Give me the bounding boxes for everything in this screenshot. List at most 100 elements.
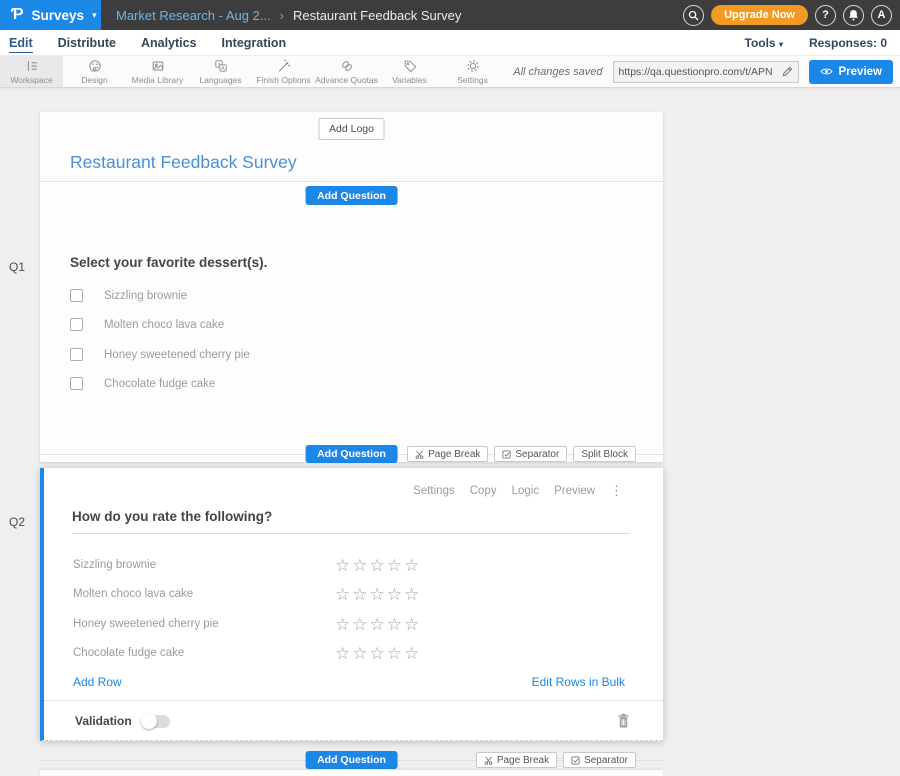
edit-url-button[interactable] — [778, 66, 798, 77]
toolbar-item-design[interactable]: Design — [63, 56, 126, 87]
survey-block-next-partial — [40, 770, 663, 776]
product-name: Surveys — [32, 8, 85, 23]
toolbar-item-finish-options[interactable]: Finish Options — [252, 56, 315, 87]
question-number-q2: Q2 — [9, 515, 25, 529]
question-number-q1: Q1 — [9, 260, 25, 274]
survey-block-q2-selected[interactable]: Settings Copy Logic Preview ⋮ How do you… — [40, 468, 663, 741]
upgrade-now-button[interactable]: Upgrade Now — [711, 5, 808, 25]
avatar[interactable]: A — [871, 5, 892, 26]
q1-question-text[interactable]: Select your favorite dessert(s). — [70, 255, 267, 270]
toolbar-right-group: All changes saved Preview — [513, 56, 900, 87]
q1-option-row: Chocolate fudge cake — [70, 377, 215, 390]
tools-dropdown[interactable]: Tools ▾ — [745, 36, 783, 50]
finish-options-wand-icon — [276, 58, 292, 74]
tab-integration[interactable]: Integration — [222, 33, 287, 52]
toolbar-item-media-library[interactable]: Media Library — [126, 56, 189, 87]
rating-row-label[interactable]: Honey sweetened cherry pie — [73, 618, 335, 630]
option-label[interactable]: Sizzling brownie — [104, 290, 187, 302]
svg-text:x: x — [217, 62, 220, 68]
survey-title[interactable]: Restaurant Feedback Survey — [70, 152, 297, 173]
toolbar-item-settings[interactable]: Settings — [441, 56, 504, 87]
validation-row: Validation — [75, 714, 170, 728]
star-rating-icons[interactable]: ☆☆☆☆☆ — [335, 557, 421, 574]
advance-quotas-links-icon — [339, 58, 355, 74]
languages-icon: xA — [213, 58, 229, 74]
scissors-icon — [415, 450, 424, 459]
separator-button[interactable]: Separator — [563, 752, 636, 768]
add-question-button-bottom[interactable]: Add Question — [305, 751, 398, 769]
preview-button[interactable]: Preview — [809, 60, 893, 84]
rating-row-label[interactable]: Sizzling brownie — [73, 559, 335, 571]
rating-row: Sizzling brownie ☆☆☆☆☆ — [73, 555, 421, 575]
option-label[interactable]: Molten choco lava cake — [104, 319, 224, 331]
settings-gear-icon — [465, 58, 481, 74]
separator-checkbox-icon — [571, 756, 580, 765]
validation-label: Validation — [75, 714, 132, 728]
responses-count-link[interactable]: Responses: 0 — [809, 36, 887, 50]
page-break-button[interactable]: Page Break — [476, 752, 557, 768]
star-rating-icons[interactable]: ☆☆☆☆☆ — [335, 645, 421, 662]
svg-text:A: A — [221, 66, 225, 72]
trash-icon — [617, 713, 630, 728]
q2-question-text[interactable]: How do you rate the following? — [72, 509, 630, 534]
rating-row: Honey sweetened cherry pie ☆☆☆☆☆ — [73, 614, 421, 634]
tab-analytics[interactable]: Analytics — [141, 33, 197, 52]
media-library-icon — [150, 58, 166, 74]
toolbar-item-variables[interactable]: Variables — [378, 56, 441, 87]
search-button[interactable] — [683, 5, 704, 26]
validation-toggle[interactable] — [142, 715, 170, 728]
star-rating-icons[interactable]: ☆☆☆☆☆ — [335, 586, 421, 603]
edit-toolbar: Workspace Design Media Library xA Langua… — [0, 55, 900, 88]
option-checkbox[interactable] — [70, 377, 83, 390]
insert-question-row-1: Add Question Page Break Separator Split … — [40, 445, 663, 463]
add-question-button-mid[interactable]: Add Question — [305, 445, 398, 463]
top-header-bar: Ƥ Surveys ▾ Market Research - Aug 2... ›… — [0, 0, 900, 30]
add-row-link[interactable]: Add Row — [73, 675, 122, 689]
notifications-button[interactable] — [843, 5, 864, 26]
questionpro-logo-icon: Ƥ — [11, 7, 24, 23]
option-checkbox[interactable] — [70, 289, 83, 302]
tab-edit[interactable]: Edit — [9, 33, 33, 53]
chevron-right-icon: › — [280, 8, 284, 23]
rating-row: Molten choco lava cake ☆☆☆☆☆ — [73, 584, 421, 604]
variables-tag-icon — [402, 58, 418, 74]
add-question-button-top[interactable]: Add Question — [305, 186, 398, 205]
help-icon: ? — [822, 9, 829, 21]
nav-right-group: Tools ▾ Responses: 0 — [745, 36, 892, 50]
option-label[interactable]: Chocolate fudge cake — [104, 378, 215, 390]
option-checkbox[interactable] — [70, 348, 83, 361]
page-break-button[interactable]: Page Break — [407, 446, 488, 462]
delete-question-button[interactable] — [617, 713, 630, 731]
toolbar-item-languages[interactable]: xA Languages — [189, 56, 252, 87]
edit-rows-in-bulk-link[interactable]: Edit Rows in Bulk — [532, 675, 625, 689]
q2-preview-button[interactable]: Preview — [554, 485, 595, 497]
star-rating-icons[interactable]: ☆☆☆☆☆ — [335, 616, 421, 633]
tab-distribute[interactable]: Distribute — [58, 33, 116, 52]
split-block-button[interactable]: Split Block — [573, 446, 636, 462]
save-status-text: All changes saved — [513, 66, 602, 78]
breadcrumb-survey-name: Restaurant Feedback Survey — [293, 8, 461, 23]
option-checkbox[interactable] — [70, 318, 83, 331]
toggle-knob — [141, 713, 157, 729]
toolbar-item-advance-quotas[interactable]: Advance Quotas — [315, 56, 378, 87]
survey-url-input[interactable] — [614, 66, 778, 78]
q2-copy-button[interactable]: Copy — [470, 485, 497, 497]
option-label[interactable]: Honey sweetened cherry pie — [104, 349, 250, 361]
separator-button[interactable]: Separator — [494, 446, 567, 462]
surveys-product-switcher[interactable]: Ƥ Surveys ▾ — [0, 0, 101, 30]
q2-action-menu: Settings Copy Logic Preview ⋮ — [413, 483, 623, 499]
q2-settings-button[interactable]: Settings — [413, 485, 455, 497]
rating-row-label[interactable]: Molten choco lava cake — [73, 588, 335, 600]
survey-url-box — [613, 61, 799, 83]
breadcrumb-folder-link[interactable]: Market Research - Aug 2... — [116, 8, 271, 23]
add-logo-button[interactable]: Add Logo — [318, 118, 385, 140]
divider — [40, 181, 663, 182]
rating-row-label[interactable]: Chocolate fudge cake — [73, 647, 335, 659]
q2-logic-button[interactable]: Logic — [512, 485, 540, 497]
help-button[interactable]: ? — [815, 5, 836, 26]
block-action-buttons: Page Break Separator Split Block — [407, 446, 636, 462]
pencil-icon — [782, 66, 793, 77]
kebab-menu-icon[interactable]: ⋮ — [610, 483, 623, 499]
survey-nav-bar: Edit Distribute Analytics Integration To… — [0, 30, 900, 55]
toolbar-item-workspace[interactable]: Workspace — [0, 56, 63, 87]
